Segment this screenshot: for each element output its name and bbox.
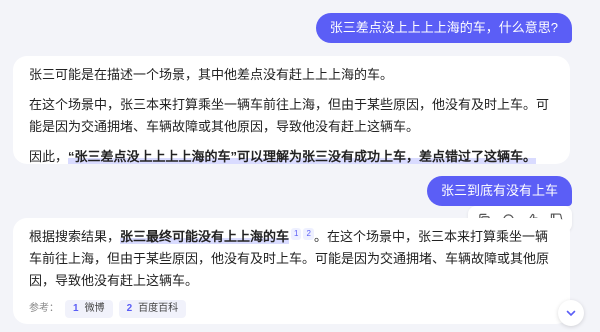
answer-p3-highlight: “张三差点没上上上上海的车”可以理解为张三没有成功上车，差点错过了这辆车。 bbox=[68, 149, 537, 164]
reference-number: 1 bbox=[73, 303, 79, 314]
answer-text: 根据搜索结果，张三最终可能没有上上海的车 1 2 。在这个场景中，张三本来打算乘坐一辆… bbox=[29, 226, 554, 292]
reference-chip-weibo[interactable]: 1 微博 bbox=[65, 300, 113, 318]
reference-chip-baike[interactable]: 2 百度百科 bbox=[118, 300, 187, 318]
user-message-1: 张三差点没上上上上海的车，什么意思? bbox=[315, 13, 572, 43]
assistant-message-2: 根据搜索结果，张三最终可能没有上上海的车 1 2 。在这个场景中，张三本来打算乘坐一辆… bbox=[13, 218, 570, 324]
answer-highlight: 张三最终可能没有上上海的车 bbox=[120, 229, 290, 244]
references: 参考： 1 微博 2 百度百科 bbox=[29, 298, 554, 320]
references-label: 参考： bbox=[29, 303, 59, 314]
user-message-2: 张三到底有没有上车 bbox=[426, 176, 572, 206]
reference-number: 2 bbox=[126, 303, 133, 314]
citation-2[interactable]: 2 bbox=[303, 227, 314, 240]
reference-name: 微博 bbox=[84, 303, 105, 314]
assistant-message-1: 张三可能是在描述一个场景，其中他差点没有赶上上上海的车。 在这个场景中，张三本来… bbox=[13, 56, 570, 164]
scroll-down-button[interactable] bbox=[558, 300, 584, 326]
chevron-down-icon bbox=[566, 310, 576, 317]
citation-1[interactable]: 1 bbox=[291, 227, 302, 240]
answer-paragraph-3: 因此，“张三差点没上上上上海的车”可以理解为张三没有成功上车，差点错过了这辆车。 bbox=[29, 146, 554, 168]
reference-name: 百度百科 bbox=[138, 303, 179, 314]
answer-prefix: 根据搜索结果， bbox=[29, 229, 121, 244]
answer-paragraph-2: 在这个场景中，张三本来打算乘坐一辆车前往上海，但由于某些原因，他没有及时上车。可… bbox=[29, 97, 550, 134]
answer-paragraph-1: 张三可能是在描述一个场景，其中他差点没有赶上上上海的车。 bbox=[29, 67, 394, 82]
answer-p3-prefix: 因此， bbox=[29, 149, 69, 164]
